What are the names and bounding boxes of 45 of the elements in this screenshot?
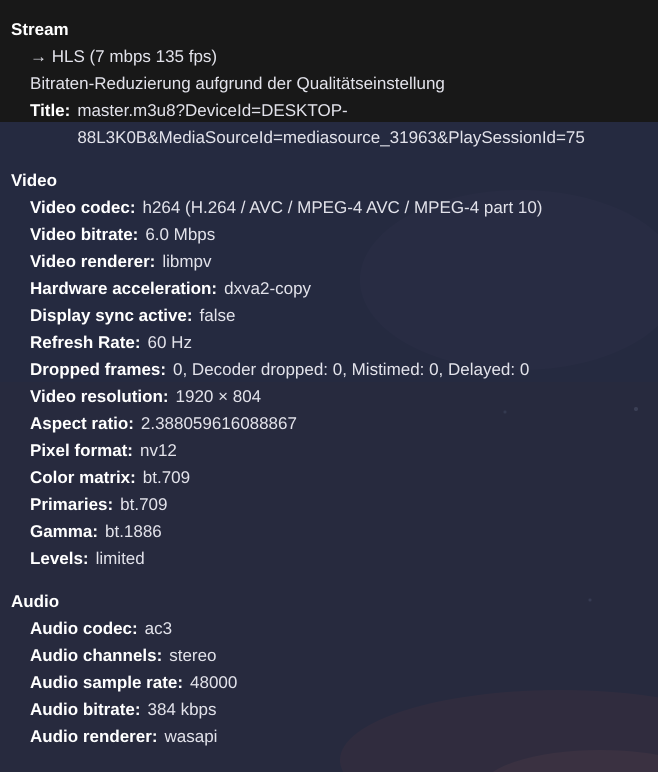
stat-label: Dropped frames: bbox=[30, 359, 166, 381]
stat-label: Primaries: bbox=[30, 494, 114, 516]
stat-label: Audio channels: bbox=[30, 645, 162, 667]
stat-label: Audio renderer: bbox=[30, 726, 158, 748]
stat-value: 6.0 Mbps bbox=[145, 224, 216, 246]
stat-value: dxva2-copy bbox=[224, 278, 312, 300]
stat-label: Aspect ratio: bbox=[30, 413, 134, 435]
stat-value: false bbox=[200, 305, 236, 327]
stat-value: stereo bbox=[169, 645, 216, 667]
stat-label: Pixel format: bbox=[30, 440, 133, 462]
stat-value: ac3 bbox=[144, 618, 172, 640]
stat-label: Levels: bbox=[30, 548, 89, 570]
stat-value: limited bbox=[96, 548, 145, 570]
stat-label: Gamma: bbox=[30, 521, 98, 543]
stat-label: Display sync active: bbox=[30, 305, 193, 327]
stat-value: h264 (H.264 / AVC / MPEG-4 AVC / MPEG-4 part 10) bbox=[142, 197, 542, 219]
stat-value: bt.709 bbox=[142, 467, 190, 489]
stat-label: Hardware acceleration: bbox=[30, 278, 218, 300]
stat-value: 1920 × 804 bbox=[176, 386, 262, 408]
stat-value: 384 kbps bbox=[148, 699, 216, 721]
stat-label: Audio codec: bbox=[30, 618, 138, 640]
stat-label: Video codec: bbox=[30, 197, 136, 219]
stat-value: nv12 bbox=[140, 440, 177, 462]
info-text: Bitraten-Reduzierung aufgrund der Qualitätseinstellung bbox=[30, 73, 445, 95]
stat-label: Color matrix: bbox=[30, 467, 136, 489]
section-heading: Video bbox=[11, 170, 57, 192]
stat-label: Video bitrate: bbox=[30, 224, 138, 246]
section-heading: Stream bbox=[11, 19, 69, 41]
stat-value: libmpv bbox=[162, 251, 212, 273]
stat-label: Video renderer: bbox=[30, 251, 156, 273]
stat-value: bt.709 bbox=[120, 494, 168, 516]
section-heading: Audio bbox=[11, 591, 60, 613]
stat-value: 48000 bbox=[190, 672, 238, 694]
stat-label: Audio sample rate: bbox=[30, 672, 184, 694]
info-text: → HLS (7 mbps 135 fps) bbox=[30, 46, 218, 68]
stat-value: master.m3u8?DeviceId=DESKTOP-88L3K0B&MediaSourceId=mediasource_31963&PlaySessionId=75 bbox=[77, 100, 586, 149]
stat-value: bt.1886 bbox=[105, 521, 162, 543]
stat-value: 0, Decoder dropped: 0, Mistimed: 0, Delayed: 0 bbox=[173, 359, 530, 381]
stat-value: 2.388059616088867 bbox=[140, 413, 297, 435]
stat-label: Title: bbox=[30, 100, 70, 122]
stat-label: Audio bitrate: bbox=[30, 699, 140, 721]
stat-value: 60 Hz bbox=[148, 332, 192, 354]
stat-label: Refresh Rate: bbox=[30, 332, 141, 354]
stat-label: Video resolution: bbox=[30, 386, 169, 408]
stat-value: wasapi bbox=[164, 726, 218, 748]
